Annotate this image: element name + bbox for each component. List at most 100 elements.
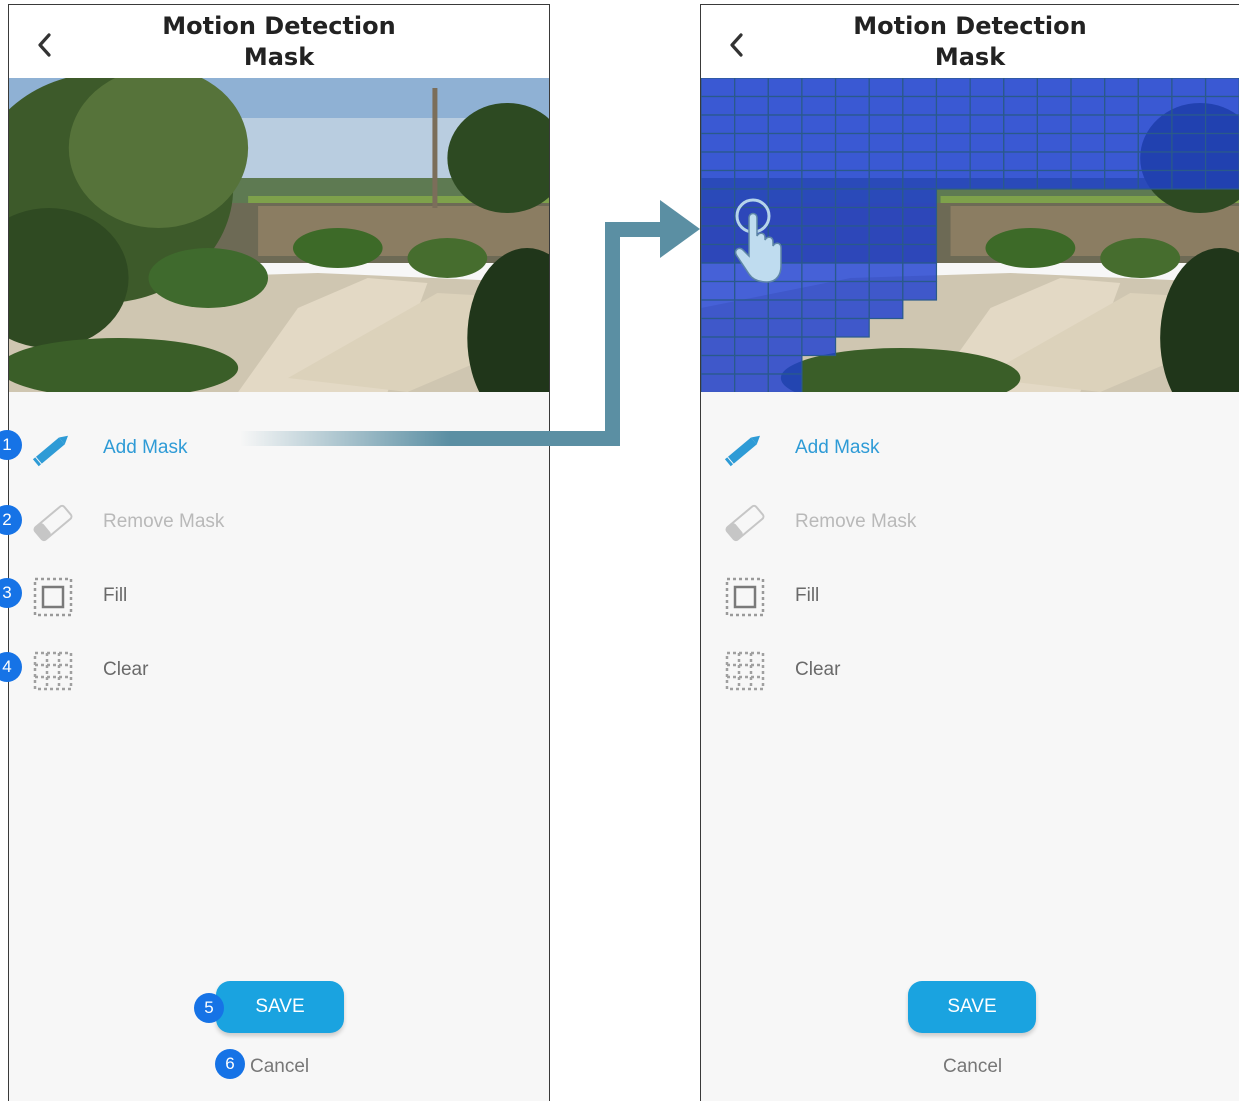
mask-cell[interactable]	[734, 354, 769, 375]
mask-cell[interactable]	[1104, 78, 1139, 98]
mask-cell[interactable]	[1036, 151, 1072, 172]
mask-cell[interactable]	[868, 151, 904, 172]
mask-cell[interactable]	[1204, 132, 1239, 153]
mask-cell[interactable]	[801, 114, 837, 135]
mask-cell[interactable]	[767, 354, 803, 375]
mask-cell[interactable]	[1171, 95, 1207, 116]
mask-cell[interactable]	[1036, 78, 1072, 98]
mask-cell[interactable]	[1204, 151, 1239, 172]
mask-cell[interactable]	[801, 78, 837, 98]
mask-cell[interactable]	[902, 132, 938, 153]
mask-cell[interactable]	[868, 132, 904, 153]
mask-cell[interactable]	[834, 243, 870, 264]
mask-cell[interactable]	[1003, 132, 1038, 153]
mask-cell[interactable]	[734, 78, 769, 98]
mask-cell[interactable]	[801, 280, 837, 301]
mask-cell[interactable]	[1036, 114, 1072, 135]
mask-cell[interactable]	[834, 169, 870, 190]
save-button[interactable]: SAVE	[216, 981, 344, 1033]
mask-cell[interactable]	[801, 336, 837, 357]
mask-cell[interactable]	[1070, 114, 1106, 135]
mask-cell[interactable]	[935, 95, 971, 116]
mask-cell[interactable]	[1070, 151, 1106, 172]
cancel-button[interactable]: Cancel	[250, 1056, 309, 1078]
mask-cell[interactable]	[801, 299, 837, 320]
mask-cell[interactable]	[868, 78, 904, 98]
mask-cell[interactable]	[834, 299, 870, 320]
tool-add-mask[interactable]: Add Mask	[701, 423, 1239, 473]
save-button[interactable]: SAVE	[908, 981, 1036, 1033]
tool-remove-mask[interactable]: Remove Mask	[701, 497, 1239, 547]
mask-cell[interactable]	[767, 151, 803, 172]
mask-cell[interactable]	[868, 206, 904, 227]
mask-cell[interactable]	[1204, 95, 1239, 116]
mask-cell[interactable]	[935, 132, 971, 153]
mask-cell[interactable]	[834, 262, 870, 283]
mask-cell[interactable]	[935, 78, 971, 98]
mask-cell[interactable]	[1070, 132, 1106, 153]
mask-cell[interactable]	[1171, 169, 1207, 190]
mask-cell[interactable]	[767, 169, 803, 190]
mask-cell[interactable]	[902, 280, 938, 301]
mask-cell[interactable]	[1070, 95, 1106, 116]
tool-fill[interactable]: Fill	[9, 571, 549, 621]
mask-cell[interactable]	[902, 188, 938, 209]
mask-cell[interactable]	[969, 95, 1005, 116]
mask-cell[interactable]	[1204, 78, 1239, 98]
mask-cell[interactable]	[868, 169, 904, 190]
mask-cell[interactable]	[834, 151, 870, 172]
mask-cell[interactable]	[801, 151, 837, 172]
mask-cell[interactable]	[868, 243, 904, 264]
mask-cell[interactable]	[868, 95, 904, 116]
mask-cell[interactable]	[734, 317, 769, 338]
mask-cell[interactable]	[1104, 151, 1139, 172]
mask-cell[interactable]	[767, 336, 803, 357]
mask-cell[interactable]	[701, 317, 736, 338]
mask-cell[interactable]	[1137, 132, 1173, 153]
tool-clear[interactable]: Clear	[9, 645, 549, 695]
mask-cell[interactable]	[701, 95, 736, 116]
mask-cell[interactable]	[902, 169, 938, 190]
mask-cell[interactable]	[868, 225, 904, 246]
tool-fill[interactable]: Fill	[701, 571, 1239, 621]
tool-clear[interactable]: Clear	[701, 645, 1239, 695]
mask-cell[interactable]	[1104, 114, 1139, 135]
mask-cell[interactable]	[834, 280, 870, 301]
mask-cell[interactable]	[767, 317, 803, 338]
mask-cell[interactable]	[1003, 151, 1038, 172]
mask-cell[interactable]	[734, 299, 769, 320]
mask-cell[interactable]	[734, 132, 769, 153]
mask-cell[interactable]	[834, 225, 870, 246]
mask-cell[interactable]	[868, 262, 904, 283]
mask-cell[interactable]	[801, 169, 837, 190]
mask-cell[interactable]	[801, 95, 837, 116]
mask-cell[interactable]	[902, 206, 938, 227]
mask-cell[interactable]	[834, 188, 870, 209]
mask-cell[interactable]	[1204, 169, 1239, 190]
mask-cell[interactable]	[969, 169, 1005, 190]
mask-cell[interactable]	[868, 188, 904, 209]
mask-cell[interactable]	[801, 132, 837, 153]
mask-cell[interactable]	[701, 354, 736, 375]
tool-remove-mask[interactable]: Remove Mask	[9, 497, 549, 547]
mask-cell[interactable]	[1104, 169, 1139, 190]
mask-cell[interactable]	[834, 317, 870, 338]
mask-cell[interactable]	[1104, 95, 1139, 116]
mask-cell[interactable]	[801, 243, 837, 264]
camera-preview[interactable]	[701, 78, 1239, 392]
mask-cell[interactable]	[734, 373, 769, 392]
mask-cell[interactable]	[1204, 114, 1239, 135]
mask-cell[interactable]	[801, 225, 837, 246]
mask-cell[interactable]	[969, 114, 1005, 135]
mask-cell[interactable]	[1171, 132, 1207, 153]
mask-cell[interactable]	[734, 151, 769, 172]
cancel-button[interactable]: Cancel	[943, 1056, 1002, 1078]
mask-cell[interactable]	[969, 78, 1005, 98]
mask-cell[interactable]	[701, 169, 736, 190]
mask-cell[interactable]	[969, 132, 1005, 153]
camera-preview[interactable]	[9, 78, 549, 392]
mask-cell[interactable]	[834, 78, 870, 98]
mask-cell[interactable]	[767, 373, 803, 392]
mask-cell[interactable]	[1137, 151, 1173, 172]
mask-cell[interactable]	[767, 299, 803, 320]
